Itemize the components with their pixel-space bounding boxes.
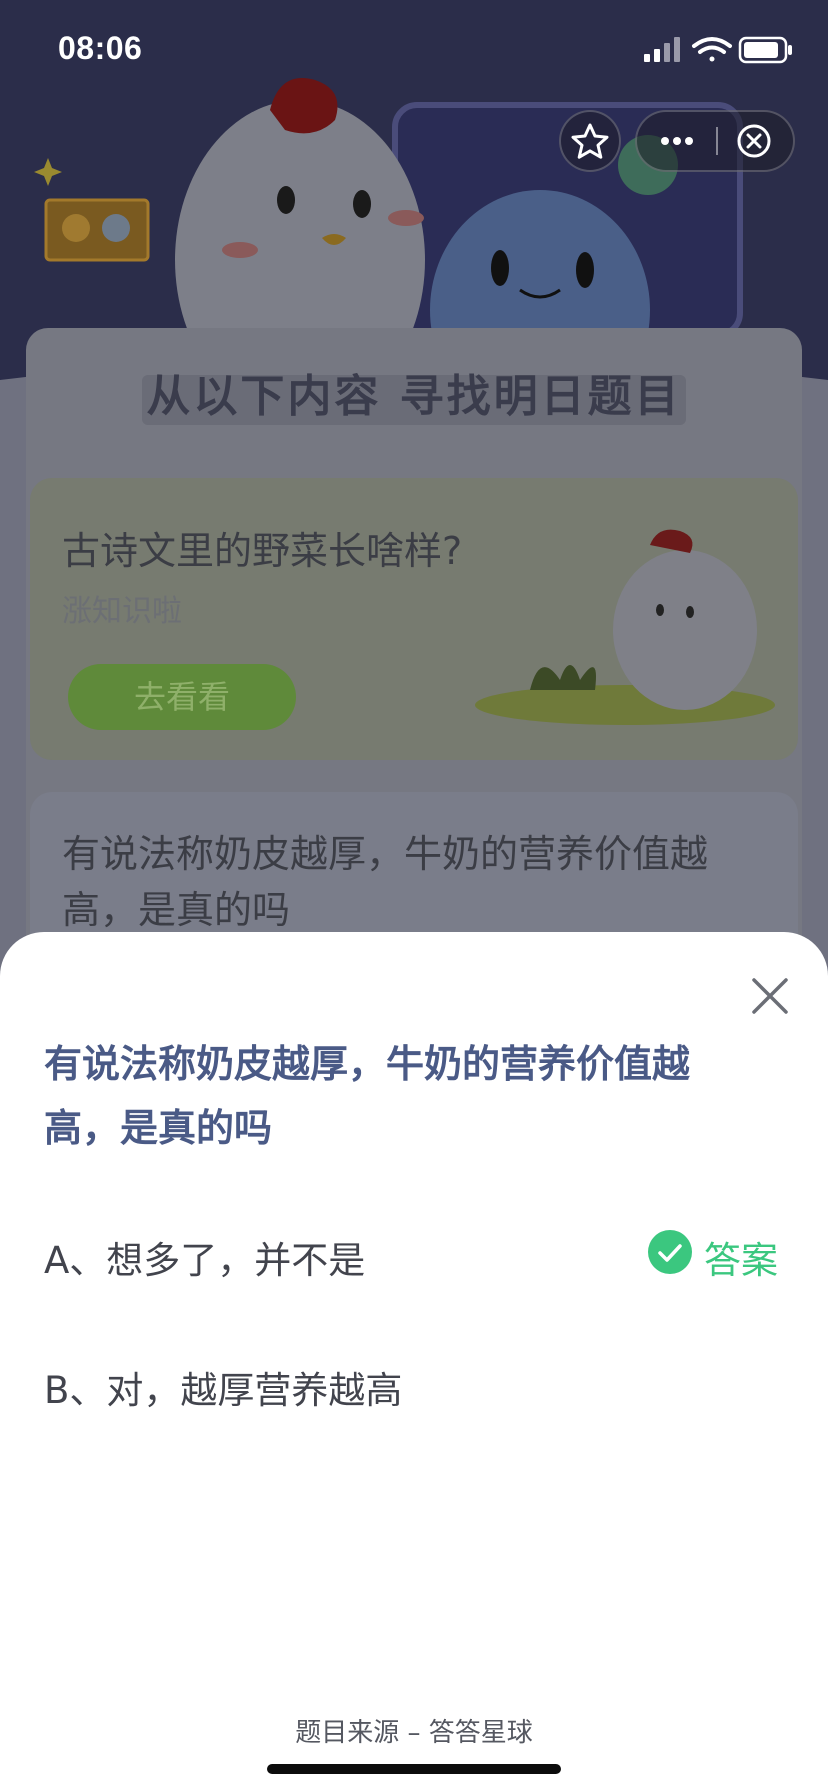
home-indicator[interactable] bbox=[267, 1764, 561, 1774]
close-x-icon bbox=[752, 978, 788, 1014]
go-see-button: 去看看 bbox=[68, 664, 296, 730]
sheet-close-button[interactable] bbox=[746, 972, 794, 1020]
option-a-label: A、想多了，并不是 bbox=[44, 1239, 366, 1282]
close-circle-icon bbox=[737, 124, 771, 158]
card2-title: 有说法称奶皮越厚，牛奶的营养价值越高，是真的吗 bbox=[62, 832, 709, 932]
mini-program-capsule bbox=[635, 110, 795, 172]
question-source: 题目来源 – 答答星球 bbox=[295, 1718, 533, 1748]
close-program-button[interactable] bbox=[717, 112, 795, 170]
question-text: 有说法称奶皮越厚，牛奶的营养价值越高，是真的吗 bbox=[44, 1042, 691, 1150]
answer-badge: 答案 bbox=[648, 1222, 784, 1282]
check-circle-icon bbox=[648, 1230, 692, 1274]
status-time: 08:06 bbox=[58, 30, 143, 66]
status-icons bbox=[644, 36, 792, 64]
option-b-label: B、对，越厚营养越高 bbox=[44, 1369, 403, 1412]
battery-icon bbox=[738, 36, 792, 64]
more-dots-icon bbox=[661, 137, 693, 145]
card-title: 古诗文里的野菜长啥样? bbox=[62, 529, 463, 573]
favorite-button[interactable] bbox=[559, 110, 621, 172]
card-subtitle: 涨知识啦 bbox=[62, 594, 182, 629]
answer-sheet: 有说法称奶皮越厚，牛奶的营养价值越高，是真的吗 A、想多了，并不是 答案 B、对… bbox=[0, 932, 828, 1792]
banner-title: 从以下内容 寻找明日题目 bbox=[146, 371, 682, 422]
more-button[interactable] bbox=[637, 112, 717, 170]
signal-icon bbox=[644, 37, 680, 62]
option-a[interactable]: A、想多了，并不是 答案 bbox=[44, 1222, 784, 1282]
option-b[interactable]: B、对，越厚营养越高 bbox=[44, 1352, 784, 1412]
answer-label: 答案 bbox=[704, 1239, 778, 1282]
wifi-icon bbox=[692, 37, 732, 62]
star-icon bbox=[571, 123, 609, 159]
